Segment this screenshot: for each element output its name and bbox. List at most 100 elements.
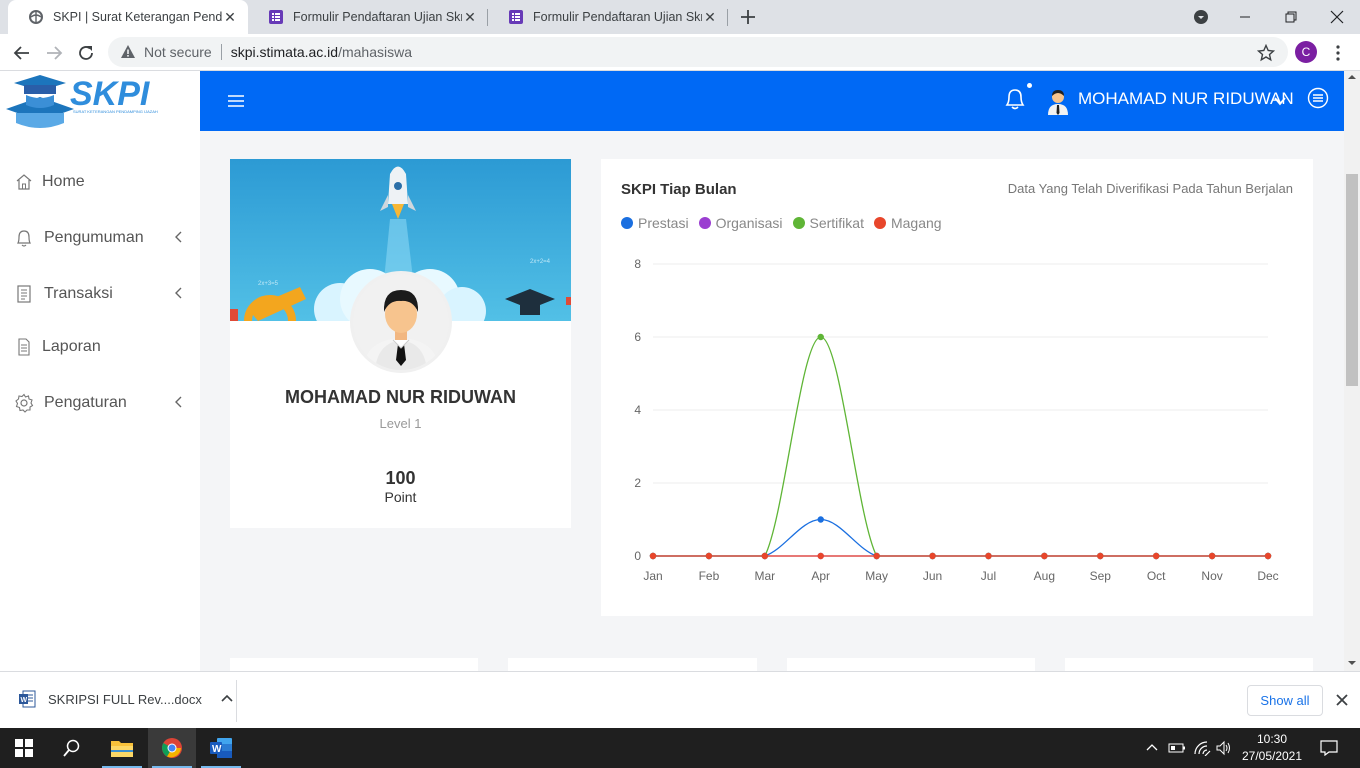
close-icon[interactable]: ✕ <box>462 9 478 26</box>
svg-text:W: W <box>212 744 222 755</box>
restore-button[interactable] <box>1268 0 1314 34</box>
x-tick-label: Nov <box>1201 569 1222 583</box>
chevron-left-icon[interactable] <box>174 230 184 244</box>
chart-card: 0 2 4 6 8 Jan Feb Mar Apr May Jun Jul Aug Sep Oct Nov De… <box>601 159 1313 616</box>
word-icon: W <box>210 738 232 758</box>
windows-logo-icon <box>15 739 33 757</box>
forward-button[interactable] <box>43 42 65 64</box>
legend-item[interactable]: Prestasi <box>621 215 689 231</box>
sidebar-item-pengumuman[interactable]: Pengumuman <box>0 218 200 258</box>
profile-avatar[interactable]: C <box>1295 41 1317 63</box>
sidebar-item-laporan[interactable]: Laporan <box>0 327 200 367</box>
address-bar[interactable]: Not secure skpi.stimata.ac.id/mahasiswa <box>108 37 1288 67</box>
logo-text: SKPI <box>70 75 151 113</box>
profile-avatar <box>350 271 452 373</box>
download-file-name: SKRIPSI FULL Rev....docx <box>48 691 202 707</box>
battery-icon[interactable] <box>1166 728 1188 768</box>
notification-center-icon[interactable] <box>1314 728 1344 768</box>
sidebar-item-pengaturan[interactable]: Pengaturan <box>0 383 200 423</box>
legend-item[interactable]: Sertifikat <box>792 215 864 231</box>
chevron-left-icon[interactable] <box>174 395 184 409</box>
bookmark-button[interactable] <box>1255 42 1277 64</box>
clock-date: 27/05/2021 <box>1241 749 1303 763</box>
star-icon <box>1257 44 1275 62</box>
data-point <box>817 333 824 341</box>
legend-label: Sertifikat <box>809 215 864 231</box>
download-item[interactable]: W SKRIPSI FULL Rev....docx <box>18 690 234 708</box>
chevron-left-icon[interactable] <box>174 286 184 300</box>
page-viewport: SKPI SURAT KETERANGAN PENDAMPING IJAZAH … <box>0 71 1344 671</box>
taskbar-search-button[interactable] <box>48 728 96 768</box>
reload-button[interactable] <box>75 42 97 64</box>
data-point <box>985 552 992 560</box>
taskbar-file-explorer[interactable] <box>98 728 146 768</box>
taskbar-clock[interactable]: 10:30 27/05/2021 <box>1236 731 1308 765</box>
data-point <box>761 552 769 560</box>
browser-tab-form-1[interactable]: Formulir Pendaftaran Ujian Skripsi ✕ <box>248 0 488 34</box>
sidebar-item-transaksi[interactable]: Transaksi <box>0 274 200 314</box>
wifi-icon[interactable] <box>1191 728 1213 768</box>
chevron-down-icon[interactable] <box>1272 93 1288 109</box>
scrollbar-thumb[interactable] <box>1346 174 1358 386</box>
minimize-button[interactable] <box>1222 0 1268 34</box>
data-point <box>873 552 880 560</box>
close-icon[interactable]: ✕ <box>702 9 718 26</box>
user-name-menu[interactable]: MOHAMAD NUR RIDUWAN <box>1078 89 1294 109</box>
download-bar: W SKRIPSI FULL Rev....docx Show all <box>0 671 1360 728</box>
page-scrollbar[interactable] <box>1344 71 1360 671</box>
stat-card <box>1065 658 1313 671</box>
x-tick-label: Feb <box>699 569 720 583</box>
show-all-downloads-button[interactable]: Show all <box>1247 685 1323 716</box>
forms-icon <box>508 9 524 25</box>
taskbar-word[interactable]: W <box>197 728 245 768</box>
divider <box>220 44 222 60</box>
windows-start-button[interactable] <box>0 728 48 768</box>
profile-name: MOHAMAD NUR RIDUWAN <box>285 387 516 407</box>
data-point <box>705 552 713 560</box>
y-tick-label: 0 <box>634 549 641 563</box>
chart-legend: Prestasi Organisasi Sertifikat Magang <box>621 215 952 231</box>
security-label[interactable]: Not secure <box>144 44 212 60</box>
close-icon[interactable]: ✕ <box>222 9 238 26</box>
browser-tab-strip: SKPI | Surat Keterangan Pendamping Ijaza… <box>0 0 1360 34</box>
profile-points-label: Point <box>384 489 417 505</box>
taskbar-chrome[interactable] <box>148 728 196 768</box>
sidebar-item-home[interactable]: Home <box>0 162 200 202</box>
warning-icon[interactable] <box>120 44 136 60</box>
notification-badge <box>1027 83 1032 88</box>
new-tab-button[interactable] <box>737 6 759 28</box>
clock-time: 10:30 <box>1256 732 1288 746</box>
legend-label: Magang <box>890 215 942 231</box>
browser-toolbar: Not secure skpi.stimata.ac.id/mahasiswa … <box>0 34 1360 71</box>
legend-label: Organisasi <box>715 215 783 231</box>
tab-separator <box>727 9 728 26</box>
search-icon <box>63 739 80 757</box>
globe-icon <box>28 9 44 25</box>
x-tick-label: Dec <box>1257 569 1278 583</box>
chevron-up-icon[interactable] <box>220 692 234 706</box>
notification-bell-icon[interactable] <box>1003 86 1027 112</box>
show-hidden-icons-button[interactable] <box>1143 728 1161 768</box>
sidebar-item-label: Transaksi <box>44 285 113 302</box>
user-avatar-icon[interactable] <box>1046 87 1070 115</box>
logo-tagline: SURAT KETERANGAN PENDAMPING IJAZAH <box>73 109 158 114</box>
x-tick-label: Jul <box>981 569 996 583</box>
skpi-logo[interactable]: SKPI SURAT KETERANGAN PENDAMPING IJAZAH <box>2 71 172 131</box>
options-menu-icon[interactable] <box>1307 87 1329 109</box>
legend-swatch <box>698 217 711 229</box>
close-icon <box>1330 10 1344 24</box>
close-icon[interactable] <box>1334 692 1350 708</box>
legend-swatch <box>621 217 633 229</box>
back-button[interactable] <box>11 42 33 64</box>
legend-item[interactable]: Magang <box>873 215 942 231</box>
divider <box>236 680 237 722</box>
browser-tab-skpi[interactable]: SKPI | Surat Keterangan Pendamping Ijaza… <box>8 0 248 34</box>
hamburger-menu-icon[interactable] <box>226 91 246 111</box>
browser-menu-button[interactable] <box>1327 42 1349 64</box>
legend-item[interactable]: Organisasi <box>698 215 783 231</box>
volume-icon[interactable] <box>1214 728 1236 768</box>
tab-search-button[interactable] <box>1178 0 1224 34</box>
browser-tab-form-2[interactable]: Formulir Pendaftaran Ujian Skripsi ✕ <box>488 0 728 34</box>
close-window-button[interactable] <box>1314 0 1360 34</box>
document-icon <box>14 337 34 357</box>
